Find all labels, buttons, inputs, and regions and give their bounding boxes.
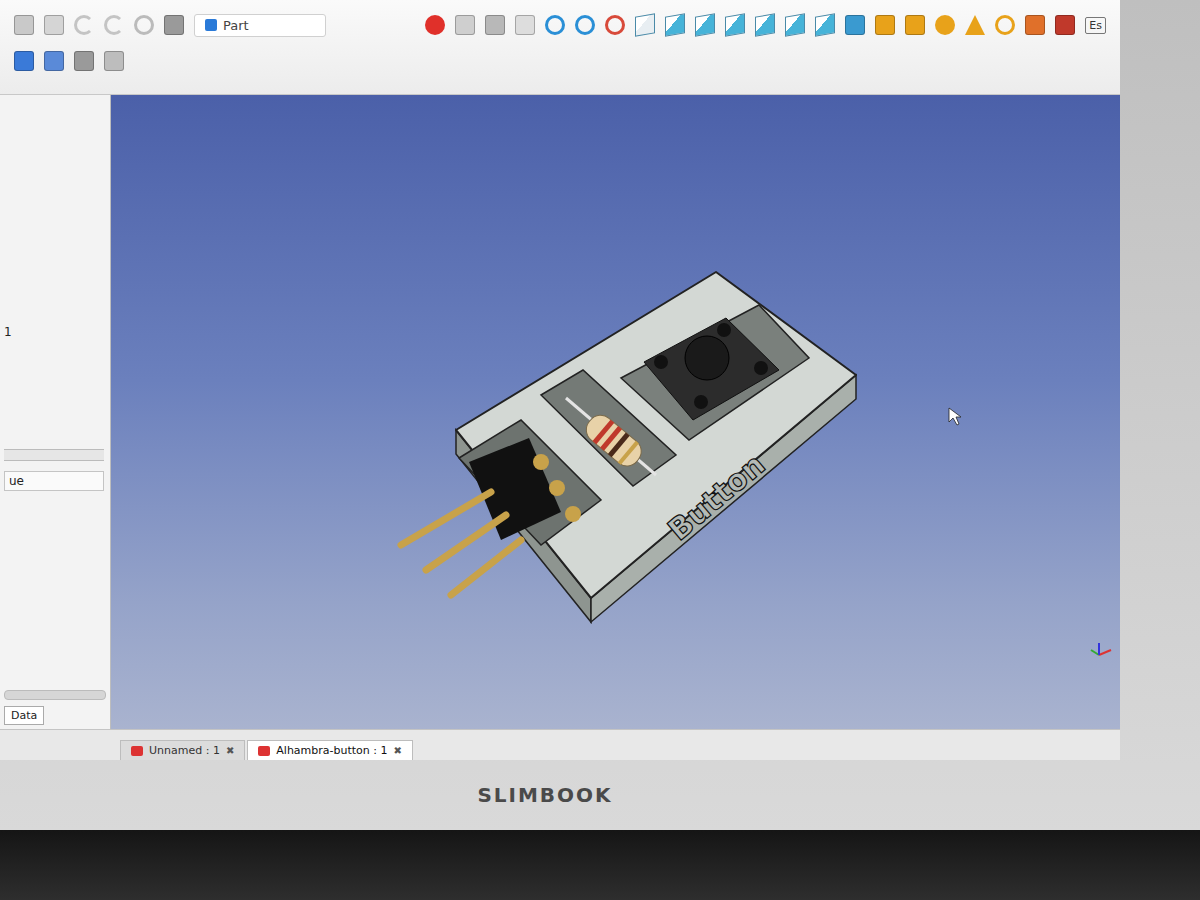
workbench-selector[interactable]: Part (194, 14, 326, 37)
left-view-icon[interactable] (815, 13, 835, 37)
switch-corner-dot (754, 361, 768, 375)
draw-style-icon[interactable] (605, 15, 625, 35)
undo-icon[interactable] (74, 15, 94, 35)
3d-view[interactable]: Button (111, 95, 1120, 729)
model-render: Button (111, 95, 1120, 729)
select-icon[interactable] (515, 15, 535, 35)
mirror-icon[interactable] (74, 51, 94, 71)
top-view-icon[interactable] (695, 13, 715, 37)
primitives-icon[interactable] (1025, 15, 1045, 35)
whats-this-icon[interactable] (164, 15, 184, 35)
resistor-lead (566, 398, 656, 475)
pin-top (549, 480, 565, 496)
document-tabs: Unnamed : 1✖Alhambra-button : 1✖ (0, 729, 1120, 760)
brand-logo: SLIMBOOK (477, 783, 612, 807)
open-icon[interactable] (44, 15, 64, 35)
tree-fragment[interactable]: 1 (4, 325, 104, 449)
shape-builder-icon[interactable] (1055, 15, 1075, 35)
header-cavity (459, 420, 601, 545)
part-workbench-icon (205, 19, 217, 31)
document-tab[interactable]: Alhambra-button : 1✖ (247, 740, 413, 760)
pin (451, 540, 521, 595)
laptop-bezel: SLIMBOOK (0, 760, 1120, 830)
cylinder-icon[interactable] (905, 15, 925, 35)
pin-header-block (469, 438, 561, 540)
rear-view-icon[interactable] (755, 13, 775, 37)
revolve-icon[interactable] (44, 51, 64, 71)
document-tab[interactable]: Unnamed : 1✖ (120, 740, 245, 760)
record-icon[interactable] (425, 15, 445, 35)
case-top-face (456, 272, 856, 598)
iso-view-icon[interactable] (635, 13, 655, 37)
sphere-icon[interactable] (935, 15, 955, 35)
resistor (581, 410, 646, 471)
axis-cross-icon (1091, 643, 1111, 655)
switch-cap (685, 336, 729, 380)
case-label: Button (661, 447, 771, 548)
data-tab[interactable]: Data (4, 706, 44, 725)
keyboard-deck (0, 830, 1200, 900)
close-tab-button[interactable]: ✖ (226, 745, 234, 756)
splitter[interactable] (4, 449, 104, 461)
screen: Part Es 1 ue Data Button Unnamed : 1✖Alhambra-… (0, 0, 1120, 760)
bottom-view-icon[interactable] (785, 13, 805, 37)
measure-icon[interactable] (845, 15, 865, 35)
pin-top (533, 454, 549, 470)
workbench-label: Part (223, 18, 249, 33)
combo-view: 1 ue Data (0, 95, 111, 729)
property-fragment[interactable]: ue (4, 471, 104, 491)
fillet-icon[interactable] (104, 51, 124, 71)
stop-icon[interactable] (455, 15, 475, 35)
main-area: 1 ue Data Button (0, 95, 1120, 729)
refresh-icon[interactable] (134, 15, 154, 35)
close-tab-button[interactable]: ✖ (394, 745, 402, 756)
freecad-doc-icon (131, 746, 143, 756)
right-view-icon[interactable] (725, 13, 745, 37)
scrollbar[interactable] (4, 690, 106, 700)
laptop-lid: Part Es 1 ue Data Button Unnamed : 1✖Alhambra-… (0, 0, 1200, 830)
zoom-fit-icon[interactable] (545, 15, 565, 35)
tact-switch-body (644, 318, 779, 420)
keyboard-layout[interactable]: Es (1085, 17, 1106, 34)
torus-icon[interactable] (995, 15, 1015, 35)
box-icon[interactable] (875, 15, 895, 35)
new-icon[interactable] (14, 15, 34, 35)
zoom-sel-icon[interactable] (575, 15, 595, 35)
freecad-doc-icon (258, 746, 270, 756)
cone-icon[interactable] (965, 15, 985, 35)
photo: Part Es 1 ue Data Button Unnamed : 1✖Alhambra-… (0, 0, 1200, 900)
redo-icon[interactable] (104, 15, 124, 35)
extrude-icon[interactable] (14, 51, 34, 71)
button-cavity (621, 305, 809, 440)
mouse-cursor-icon (949, 408, 961, 425)
front-view-icon[interactable] (665, 13, 685, 37)
pin-top (565, 506, 581, 522)
toolbar: Part Es (0, 0, 1120, 95)
edit-icon[interactable] (485, 15, 505, 35)
switch-corner-dot (654, 355, 668, 369)
switch-corner-dot (717, 323, 731, 337)
switch-corner-dot (694, 395, 708, 409)
